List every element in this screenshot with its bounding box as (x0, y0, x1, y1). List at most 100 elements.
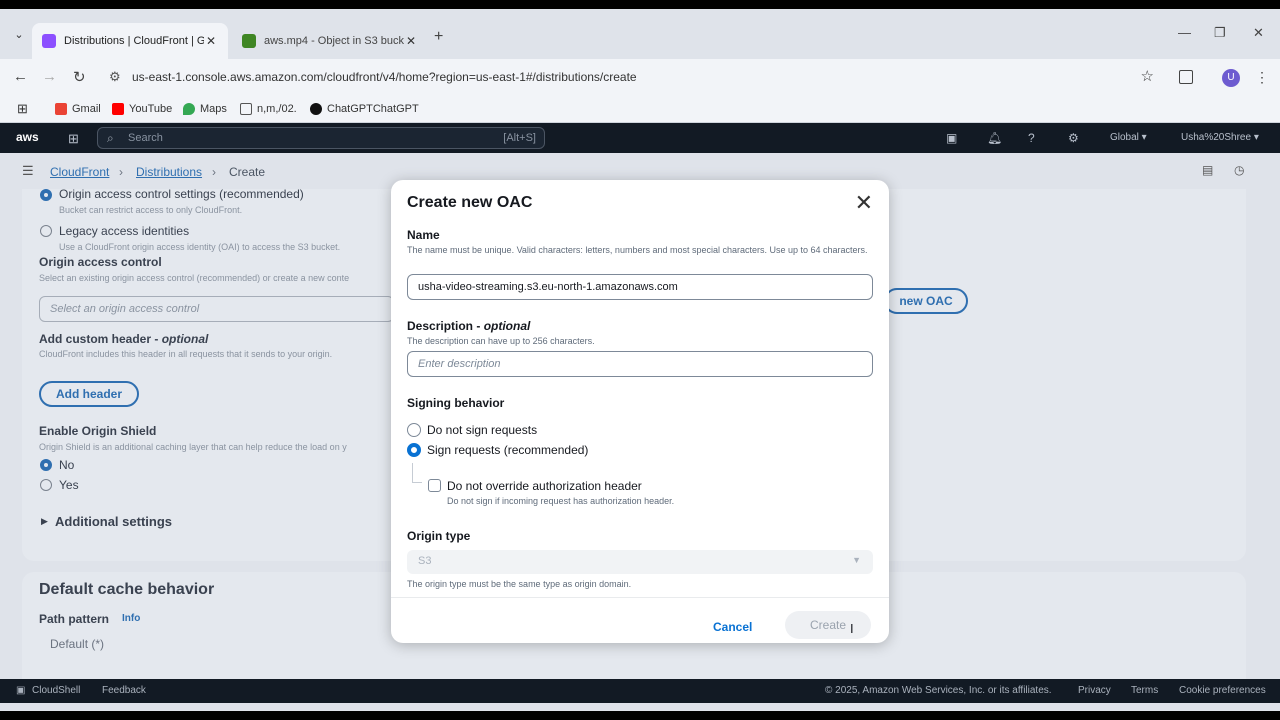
account-menu[interactable]: Usha%20Shree ▾ (1181, 132, 1259, 143)
origin-type-label: Origin type (407, 529, 471, 543)
youtube-icon (112, 103, 124, 115)
legacy-access-radio[interactable] (40, 225, 52, 237)
bookmark-maps[interactable]: Maps (183, 103, 227, 115)
reload-icon[interactable]: ↻ (73, 68, 86, 86)
restore-icon[interactable]: ❐ (1214, 25, 1226, 41)
custom-header-optional: optional (161, 332, 209, 346)
cookie-preferences-link[interactable]: Cookie preferences (1179, 685, 1266, 696)
origin-shield-yes-label: Yes (59, 478, 79, 492)
do-not-sign-radio[interactable] (407, 423, 421, 437)
bookmark-youtube[interactable]: YouTube (112, 103, 172, 115)
tab-title: Distributions | CloudFront | Glo (64, 35, 204, 47)
browser-menu-icon[interactable]: ⋮ (1255, 69, 1269, 86)
override-auth-checkbox[interactable] (428, 479, 441, 492)
back-icon[interactable]: ← (13, 68, 28, 85)
tab-search-icon[interactable]: ⌄ (10, 26, 28, 44)
console-footer: ▣ CloudShell Feedback © 2025, Amazon Web… (0, 679, 1280, 703)
origin-type-help: The origin type must be the same type as… (407, 579, 632, 589)
bookmark-label: Maps (200, 103, 227, 115)
signing-behavior-label: Signing behavior (407, 396, 505, 410)
services-grid-icon[interactable]: ⊞ (68, 131, 79, 147)
maps-icon (183, 103, 195, 115)
privacy-link[interactable]: Privacy (1078, 685, 1111, 696)
name-input[interactable]: usha-video-streaming.s3.eu-north-1.amazo… (407, 274, 873, 300)
notifications-bell-icon[interactable]: 🔔︎ (987, 131, 1002, 145)
create-button[interactable]: Create (785, 611, 871, 639)
tab-s3-object[interactable]: aws.mp4 - Object in S3 bucket ✕ (232, 23, 428, 59)
tab-distributions[interactable]: Distributions | CloudFront | Glo ✕ (32, 23, 228, 59)
breadcrumb-distributions[interactable]: Distributions (136, 165, 202, 179)
custom-header-desc: CloudFront includes this header in all r… (39, 349, 333, 359)
do-not-sign-label: Do not sign requests (427, 423, 538, 437)
address-bar[interactable]: ⚙ us-east-1.console.aws.amazon.com/cloud… (100, 62, 1170, 92)
folder-icon (240, 103, 252, 115)
terms-link[interactable]: Terms (1131, 685, 1158, 696)
origin-shield-label: Enable Origin Shield (39, 424, 157, 438)
browser-toolbar: ← → ↻ ⚙ us-east-1.console.aws.amazon.com… (0, 59, 1280, 97)
new-tab-icon[interactable]: + (434, 28, 443, 46)
tab-close-icon[interactable]: ✕ (204, 34, 218, 48)
override-auth-help: Do not sign if incoming request has auth… (447, 496, 675, 506)
description-help: The description can have up to 256 chara… (407, 336, 595, 346)
apps-grid-icon[interactable]: ⊞ (17, 101, 28, 117)
origin-shield-no-radio[interactable] (40, 459, 52, 471)
oac-settings-desc: Bucket can restrict access to only Cloud… (59, 205, 243, 215)
gmail-icon (55, 103, 67, 115)
bookmark-star-icon[interactable]: ☆ (1141, 67, 1154, 85)
origin-type-select[interactable]: S3 ▼ (407, 550, 873, 574)
breadcrumb-chevron-icon: › (212, 165, 216, 179)
window-close-icon[interactable]: ✕ (1253, 25, 1264, 41)
site-info-icon[interactable]: ⚙ (109, 69, 121, 85)
breadcrumb-current: Create (229, 165, 266, 179)
panel-toggle-icon[interactable]: ▤ (1202, 163, 1213, 177)
origin-access-control-select[interactable]: Select an origin access control (39, 296, 394, 322)
origin-shield-yes-radio[interactable] (40, 479, 52, 491)
copyright-text: © 2025, Amazon Web Services, Inc. or its… (825, 685, 1052, 696)
custom-header-label: Add custom header - optional (39, 332, 208, 346)
bookmark-gmail[interactable]: Gmail (55, 103, 101, 115)
aws-logo[interactable]: aws (16, 130, 39, 144)
region-selector[interactable]: Global ▾ (1110, 132, 1147, 143)
text-cursor-icon: I (850, 621, 854, 636)
breadcrumb-cloudfront[interactable]: CloudFront (50, 165, 109, 179)
cloudshell-icon[interactable]: ▣ (946, 131, 957, 145)
tab-close-icon[interactable]: ✕ (404, 34, 418, 48)
create-new-oac-button[interactable]: new OAC (884, 288, 968, 314)
name-help: The name must be unique. Valid character… (407, 245, 868, 255)
description-optional: optional (483, 319, 531, 333)
search-icon: ⌕ (107, 131, 114, 145)
tree-connector (412, 463, 422, 483)
cancel-button[interactable]: Cancel (713, 620, 752, 634)
close-icon[interactable]: ✕ (855, 192, 873, 214)
custom-header-text: Add custom header - (39, 332, 162, 346)
cloudshell-footer-icon[interactable]: ▣ (16, 685, 25, 696)
url-text: us-east-1.console.aws.amazon.com/cloudfr… (132, 70, 637, 84)
settings-gear-icon[interactable]: ⚙ (1068, 131, 1079, 145)
sign-requests-radio[interactable] (407, 443, 421, 457)
modal-title: Create new OAC (407, 194, 533, 211)
bookmark-chatgpt[interactable]: ChatGPTChatGPT (310, 103, 419, 115)
expand-caret-icon[interactable]: ▶ (41, 516, 48, 527)
console-search-input[interactable]: ⌕ Search [Alt+S] (97, 127, 545, 149)
oac-settings-radio[interactable] (40, 189, 52, 201)
bookmark-label: n,m,/02. (257, 103, 297, 115)
help-icon[interactable]: ? (1028, 131, 1035, 145)
bookmark-folder[interactable]: n,m,/02. (240, 103, 297, 115)
profile-avatar[interactable]: U (1222, 69, 1240, 87)
create-oac-modal: Create new OAC ✕ Name The name must be u… (391, 180, 889, 643)
history-clock-icon[interactable]: ◷ (1234, 163, 1244, 177)
origin-shield-no-label: No (59, 458, 75, 472)
forward-icon[interactable]: → (42, 68, 57, 85)
info-link[interactable]: Info (122, 613, 140, 624)
feedback-link[interactable]: Feedback (102, 685, 146, 696)
cloudshell-link[interactable]: CloudShell (32, 685, 80, 696)
additional-settings-toggle[interactable]: Additional settings (55, 514, 172, 529)
add-header-button[interactable]: Add header (39, 381, 139, 407)
side-nav-menu-icon[interactable]: ☰ (22, 163, 34, 179)
cloudfront-favicon-icon (42, 34, 56, 48)
search-placeholder: Search (128, 132, 163, 144)
minimize-icon[interactable]: — (1178, 25, 1191, 40)
description-input[interactable]: Enter description (407, 351, 873, 377)
override-auth-label: Do not override authorization header (447, 479, 642, 493)
extensions-icon[interactable] (1179, 70, 1193, 84)
